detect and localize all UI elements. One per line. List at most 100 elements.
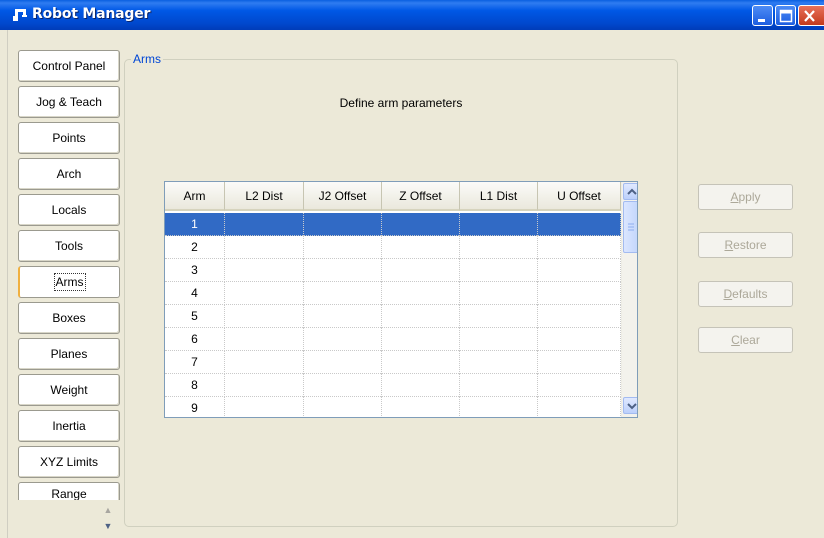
table-cell[interactable] bbox=[304, 236, 382, 259]
table-cell[interactable] bbox=[304, 328, 382, 351]
groupbox-label: Arms bbox=[131, 52, 163, 66]
scroll-thumb[interactable] bbox=[623, 201, 637, 253]
table-cell[interactable] bbox=[538, 328, 621, 351]
tab-planes[interactable]: Planes bbox=[18, 338, 120, 370]
table-cell[interactable] bbox=[225, 282, 304, 305]
tab-label: Inertia bbox=[52, 419, 86, 433]
arm-number-cell[interactable]: 9 bbox=[165, 397, 225, 417]
column-header-u-offset[interactable]: U Offset bbox=[538, 182, 621, 211]
arm-number-cell[interactable]: 2 bbox=[165, 236, 225, 259]
table-cell[interactable] bbox=[225, 351, 304, 374]
tab-control-panel[interactable]: Control Panel bbox=[18, 50, 120, 82]
arm-number-cell[interactable]: 1 bbox=[165, 213, 225, 236]
table-cell[interactable] bbox=[538, 213, 621, 236]
arm-number-cell[interactable]: 4 bbox=[165, 282, 225, 305]
table-cell[interactable] bbox=[460, 213, 538, 236]
clear-button[interactable]: Clear bbox=[698, 327, 793, 353]
table-cell[interactable] bbox=[225, 259, 304, 282]
table-row[interactable]: 7 bbox=[165, 351, 621, 374]
tab-label: Weight bbox=[50, 383, 88, 397]
tab-weight[interactable]: Weight bbox=[18, 374, 120, 406]
column-header-j2-offset[interactable]: J2 Offset bbox=[304, 182, 382, 211]
close-button[interactable] bbox=[798, 5, 824, 26]
table-cell[interactable] bbox=[304, 397, 382, 417]
table-row[interactable]: 3 bbox=[165, 259, 621, 282]
tab-jog-teach[interactable]: Jog & Teach bbox=[18, 86, 120, 118]
table-cell[interactable] bbox=[304, 305, 382, 328]
table-cell[interactable] bbox=[460, 259, 538, 282]
table-cell[interactable] bbox=[304, 259, 382, 282]
title-bar[interactable]: Robot Manager bbox=[0, 0, 824, 30]
arm-number-cell[interactable]: 3 bbox=[165, 259, 225, 282]
table-cell[interactable] bbox=[304, 374, 382, 397]
column-header-z-offset[interactable]: Z Offset bbox=[382, 182, 460, 211]
tab-points[interactable]: Points bbox=[18, 122, 120, 154]
table-cell[interactable] bbox=[538, 397, 621, 417]
table-cell[interactable] bbox=[225, 374, 304, 397]
tab-label: Points bbox=[52, 131, 86, 145]
table-row[interactable]: 1 bbox=[165, 213, 621, 236]
tab-tools[interactable]: Tools bbox=[18, 230, 120, 262]
table-cell[interactable] bbox=[382, 236, 460, 259]
arm-number-cell[interactable]: 7 bbox=[165, 351, 225, 374]
arm-number-cell[interactable]: 5 bbox=[165, 305, 225, 328]
table-cell[interactable] bbox=[382, 282, 460, 305]
restore-button[interactable]: Restore bbox=[698, 232, 793, 258]
table-cell[interactable] bbox=[304, 213, 382, 236]
table-cell[interactable] bbox=[304, 351, 382, 374]
table-cell[interactable] bbox=[382, 374, 460, 397]
table-cell[interactable] bbox=[382, 305, 460, 328]
table-cell[interactable] bbox=[538, 351, 621, 374]
table-cell[interactable] bbox=[538, 305, 621, 328]
table-vertical-scrollbar[interactable] bbox=[621, 182, 637, 417]
table-row[interactable]: 5 bbox=[165, 305, 621, 328]
table-cell[interactable] bbox=[460, 282, 538, 305]
defaults-button[interactable]: Defaults bbox=[698, 281, 793, 307]
column-header-l1-dist[interactable]: L1 Dist bbox=[460, 182, 538, 211]
table-cell[interactable] bbox=[225, 236, 304, 259]
table-cell[interactable] bbox=[382, 328, 460, 351]
tab-arms[interactable]: Arms bbox=[18, 266, 120, 298]
column-header-arm[interactable]: Arm bbox=[165, 182, 225, 211]
table-cell[interactable] bbox=[304, 282, 382, 305]
table-cell[interactable] bbox=[225, 328, 304, 351]
table-row[interactable]: 6 bbox=[165, 328, 621, 351]
tab-xyz-limits[interactable]: XYZ Limits bbox=[18, 446, 120, 478]
table-cell[interactable] bbox=[460, 374, 538, 397]
table-cell[interactable] bbox=[538, 282, 621, 305]
table-cell[interactable] bbox=[225, 305, 304, 328]
table-cell[interactable] bbox=[538, 259, 621, 282]
table-cell[interactable] bbox=[460, 236, 538, 259]
table-cell[interactable] bbox=[382, 259, 460, 282]
tab-arch[interactable]: Arch bbox=[18, 158, 120, 190]
table-row[interactable]: 8 bbox=[165, 374, 621, 397]
table-cell[interactable] bbox=[382, 213, 460, 236]
minimize-button[interactable] bbox=[752, 5, 773, 26]
table-row[interactable]: 4 bbox=[165, 282, 621, 305]
arms-table[interactable]: Arm L2 Dist J2 Offset Z Offset L1 Dist U… bbox=[164, 181, 638, 418]
table-row[interactable]: 2 bbox=[165, 236, 621, 259]
arm-number-cell[interactable]: 8 bbox=[165, 374, 225, 397]
table-cell[interactable] bbox=[460, 351, 538, 374]
tab-scroll-up-button[interactable]: ▲ bbox=[100, 502, 116, 518]
tab-boxes[interactable]: Boxes bbox=[18, 302, 120, 334]
maximize-button[interactable] bbox=[775, 5, 796, 26]
tab-scroll-down-button[interactable]: ▼ bbox=[100, 518, 116, 534]
column-header-l2-dist[interactable]: L2 Dist bbox=[225, 182, 304, 211]
scroll-down-button[interactable] bbox=[623, 397, 637, 414]
table-cell[interactable] bbox=[460, 305, 538, 328]
table-cell[interactable] bbox=[538, 374, 621, 397]
scroll-up-button[interactable] bbox=[623, 183, 637, 200]
table-cell[interactable] bbox=[460, 397, 538, 417]
apply-button[interactable]: Apply bbox=[698, 184, 793, 210]
table-cell[interactable] bbox=[538, 236, 621, 259]
table-cell[interactable] bbox=[460, 328, 538, 351]
table-cell[interactable] bbox=[225, 397, 304, 417]
table-cell[interactable] bbox=[382, 351, 460, 374]
tab-locals[interactable]: Locals bbox=[18, 194, 120, 226]
tab-inertia[interactable]: Inertia bbox=[18, 410, 120, 442]
table-cell[interactable] bbox=[382, 397, 460, 417]
arm-number-cell[interactable]: 6 bbox=[165, 328, 225, 351]
table-cell[interactable] bbox=[225, 213, 304, 236]
table-row[interactable]: 9 bbox=[165, 397, 621, 417]
